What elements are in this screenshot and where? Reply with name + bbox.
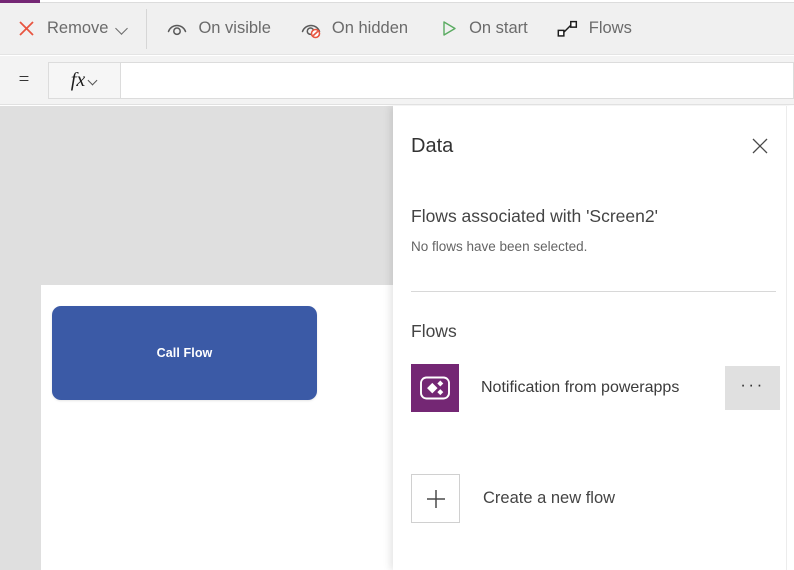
flow-item-more-button[interactable]: ··· (725, 366, 780, 410)
fx-label: fx (70, 69, 86, 91)
command-toolbar: Remove On visible On hidden On start Flo… (0, 3, 794, 55)
toolbar-label-flows: Flows (588, 19, 632, 37)
call-flow-button[interactable]: Call Flow (52, 306, 317, 400)
close-icon[interactable] (744, 130, 776, 162)
app-canvas: Call Flow (0, 106, 393, 570)
associated-flows-section: Flows associated with 'Screen2' No flows… (411, 206, 776, 254)
eye-hidden-icon (299, 17, 323, 41)
flow-item-name: Notification from powerapps (481, 379, 680, 396)
plus-icon[interactable] (411, 474, 460, 523)
create-new-flow-button[interactable]: Create a new flow (411, 474, 615, 523)
top-hairline (40, 2, 794, 3)
flows-section-heading: Flows (411, 321, 457, 341)
panel-divider (411, 291, 776, 292)
formula-fx-dropdown[interactable]: fx (48, 61, 121, 99)
purple-accent-bar (0, 0, 40, 3)
formula-bar: = fx (0, 56, 794, 105)
toolbar-label-remove: Remove (47, 19, 109, 37)
create-new-flow-label: Create a new flow (483, 489, 616, 507)
toolbar-label-on-start: On start (469, 19, 528, 37)
associated-flows-heading: Flows associated with 'Screen2' (411, 206, 658, 226)
toolbar-button-flows[interactable]: Flows (542, 3, 646, 55)
close-x-icon (14, 17, 38, 41)
formula-input[interactable] (121, 61, 794, 99)
play-triangle-icon (436, 17, 460, 41)
powerapps-studio-window: Remove On visible On hidden On start Flo… (0, 0, 794, 570)
associated-flows-empty-message: No flows have been selected. (411, 239, 588, 254)
list-item[interactable]: Notification from powerapps ··· (411, 364, 780, 412)
flows-section: Flows Notification from powerapps ··· (411, 321, 780, 412)
formula-equals-symbol: = (18, 69, 30, 90)
panel-title: Data (411, 134, 454, 157)
data-panel: Data Flows associated with 'Screen2' No … (393, 106, 794, 570)
toolbar-label-on-hidden: On hidden (331, 19, 409, 37)
panel-right-rule (786, 106, 787, 570)
toolbar-separator (146, 8, 148, 49)
chevron-down-icon (89, 77, 98, 86)
toolbar-button-on-start[interactable]: On start (422, 3, 542, 55)
powerapps-logo-icon (411, 364, 459, 412)
data-panel-header: Data (411, 128, 776, 164)
flows-nodes-icon (556, 17, 580, 41)
toolbar-button-on-visible[interactable]: On visible (151, 3, 284, 55)
chevron-down-icon (117, 23, 128, 34)
toolbar-button-remove[interactable]: Remove (0, 3, 142, 55)
toolbar-label-on-visible: On visible (198, 19, 271, 37)
call-flow-button-label: Call Flow (156, 346, 213, 360)
app-screen-surface[interactable]: Call Flow (41, 285, 393, 570)
eye-visible-icon (165, 17, 189, 41)
toolbar-button-on-hidden[interactable]: On hidden (285, 3, 422, 55)
